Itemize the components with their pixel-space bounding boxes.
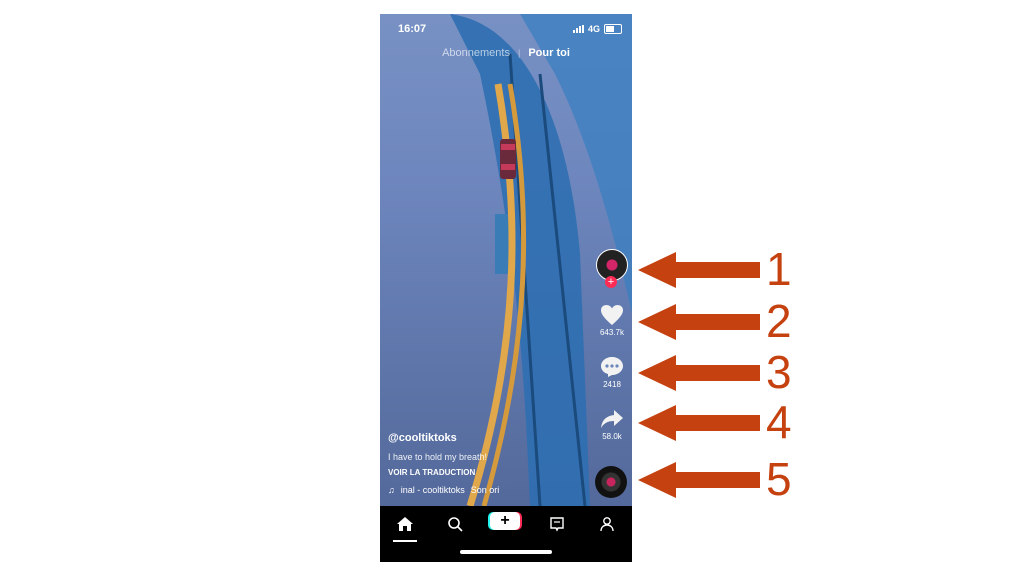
home-active-indicator: [393, 540, 417, 542]
signal-icon: [572, 25, 584, 33]
home-icon: [397, 517, 413, 531]
share-icon: [601, 410, 623, 428]
annotation-number-5: 5: [766, 453, 792, 505]
like-count: 643.7k: [599, 328, 625, 337]
music-note-icon: ♫: [388, 485, 395, 495]
annotation-number-1: 1: [766, 243, 792, 295]
nav-discover[interactable]: [440, 514, 470, 534]
annotation-arrow-4: [638, 405, 760, 441]
creator-username[interactable]: @cooltiktoks: [388, 432, 457, 444]
battery-icon: [604, 24, 622, 34]
tab-separator: |: [517, 48, 521, 58]
video-caption: I have to hold my breath!: [388, 452, 488, 462]
music-title: inal - cooltiktoks: [400, 485, 465, 495]
like-action[interactable]: 643.7k: [594, 304, 630, 337]
music-title-tail: Son ori: [470, 485, 500, 495]
heart-icon: [601, 305, 623, 325]
annotation-arrow-1: [638, 252, 760, 288]
annotation-number-3: 3: [766, 346, 792, 398]
nav-profile[interactable]: [592, 514, 622, 534]
profile-icon: [600, 517, 614, 532]
translate-link[interactable]: VOIR LA TRADUCTION: [388, 468, 475, 477]
share-action[interactable]: 58.0k: [594, 408, 630, 441]
annotation-arrow-3: [638, 355, 760, 391]
tab-for-you[interactable]: Pour toi: [528, 47, 570, 59]
inbox-icon: [550, 517, 564, 532]
bottom-nav: +: [380, 506, 632, 562]
annotation-arrow-5: [638, 462, 760, 498]
tab-following[interactable]: Abonnements: [442, 47, 510, 59]
comment-count: 2418: [603, 380, 621, 389]
nav-inbox[interactable]: [542, 514, 572, 534]
annotation-number-4: 4: [766, 396, 792, 448]
annotation-number-2: 2: [766, 295, 792, 347]
status-time: 16:07: [398, 23, 427, 35]
search-icon: [448, 517, 463, 532]
music-disc-icon[interactable]: [595, 466, 627, 498]
feed-tabs: Abonnements | Pour toi: [380, 47, 632, 59]
home-indicator-bar: [460, 550, 552, 554]
music-ticker[interactable]: ♫ inal - cooltiktoks Son ori: [388, 485, 499, 495]
status-bar: 16:07 4G: [380, 22, 632, 38]
annotation-arrow-2: [638, 304, 760, 340]
nav-home[interactable]: [390, 514, 420, 534]
create-video-button[interactable]: +: [490, 512, 520, 530]
share-count: 58.0k: [602, 432, 622, 441]
network-label: 4G: [587, 24, 600, 34]
phone-screen: 16:07 4G Abonnements | Pour toi + 643.7k 2…: [380, 14, 632, 562]
follow-plus-icon[interactable]: +: [605, 276, 617, 288]
comment-action[interactable]: 2418: [594, 356, 630, 389]
comment-icon: [601, 357, 623, 377]
